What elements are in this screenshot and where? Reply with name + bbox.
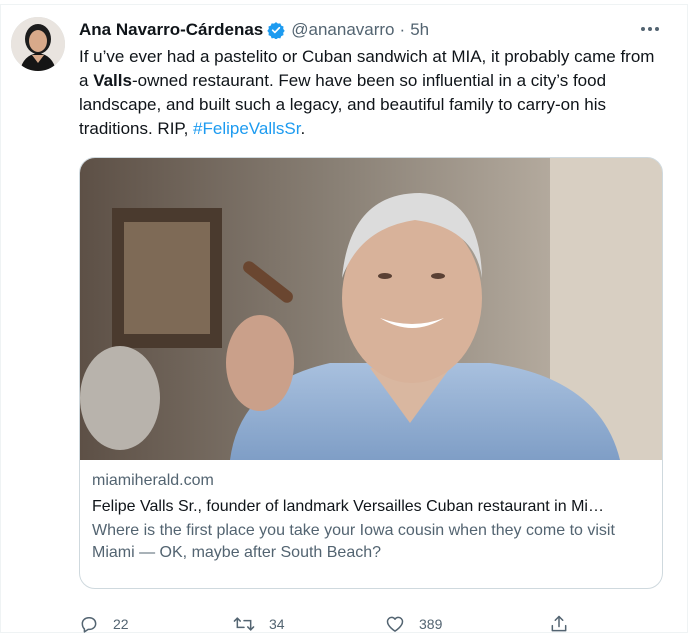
card-image (80, 158, 662, 460)
tweet-timestamp[interactable]: 5h (410, 20, 429, 40)
verified-badge-icon (267, 21, 285, 39)
share-icon (551, 615, 567, 632)
hashtag-link[interactable]: #FelipeVallsSr (193, 119, 300, 138)
tweet-actions: 22 34 389 (79, 609, 599, 639)
retweet-count: 34 (269, 616, 285, 632)
tweet-header: Ana Navarro-Cárdenas @ananavarro · 5h (79, 17, 663, 43)
link-card[interactable]: miamiherald.com Felipe Valls Sr., founde… (79, 157, 663, 589)
tweet-text-part2: -owned restaurant. Few have been so infl… (79, 71, 607, 138)
author-handle[interactable]: @ananavarro (291, 20, 394, 40)
avatar-image (11, 17, 65, 71)
card-body: miamiherald.com Felipe Valls Sr., founde… (80, 460, 662, 564)
like-button[interactable]: 389 (385, 614, 442, 634)
card-title: Felipe Valls Sr., founder of landmark Ve… (92, 498, 604, 515)
reply-count: 22 (113, 616, 129, 632)
card-description: Where is the first place you take your I… (92, 522, 615, 561)
reply-button[interactable]: 22 (79, 614, 129, 634)
card-domain: miamiherald.com (92, 472, 214, 489)
like-icon (386, 616, 404, 632)
retweet-button[interactable]: 34 (233, 614, 285, 634)
author-name[interactable]: Ana Navarro-Cárdenas (79, 20, 263, 40)
share-button[interactable] (549, 614, 583, 634)
tweet-content: Ana Navarro-Cárdenas @ananavarro · 5h If… (79, 17, 663, 633)
tweet-text-end: . (300, 119, 306, 138)
tweet-text-bold: Valls (93, 71, 132, 90)
header-separator: · (399, 20, 406, 39)
tweet[interactable]: Ana Navarro-Cárdenas @ananavarro · 5h If… (0, 4, 688, 633)
more-icon (641, 27, 659, 31)
avatar[interactable] (11, 17, 65, 71)
retweet-icon (233, 617, 255, 631)
tweet-text: If u’ve ever had a pastelito or Cuban sa… (79, 45, 659, 141)
more-options-button[interactable] (637, 19, 663, 39)
reply-icon (81, 617, 97, 633)
like-count: 389 (419, 616, 443, 632)
